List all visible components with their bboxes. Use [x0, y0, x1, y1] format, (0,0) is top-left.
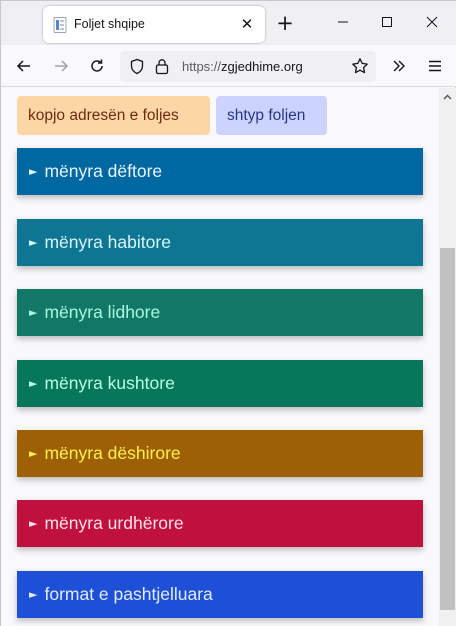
app-menu-button[interactable] — [422, 53, 448, 79]
bookmark-button[interactable] — [347, 53, 373, 79]
reload-icon — [91, 59, 103, 72]
section-label: mënyra dëshirore — [44, 443, 181, 463]
expand-arrow-icon: ► — [29, 517, 38, 530]
back-button[interactable] — [11, 53, 37, 79]
scroll-up-arrow-icon[interactable] — [439, 88, 456, 105]
new-tab-button[interactable]: + — [273, 11, 297, 35]
expand-arrow-icon: ► — [29, 236, 38, 249]
section-label: mënyra kushtore — [44, 373, 175, 393]
scrollbar-thumb[interactable] — [440, 248, 455, 610]
back-arrow-icon — [16, 60, 30, 72]
url-text[interactable]: https://zgjedhime.org — [182, 59, 303, 74]
close-icon — [426, 16, 438, 28]
page-favicon-icon — [53, 17, 67, 33]
shield-icon[interactable] — [129, 58, 145, 80]
section-label: mënyra lidhore — [44, 302, 161, 322]
copy-verb-address-button[interactable]: kopjo adresën e foljes — [17, 96, 210, 135]
expand-arrow-icon: ► — [29, 306, 38, 319]
reload-button[interactable] — [84, 53, 110, 79]
tab-foljet-shqipe[interactable]: Foljet shqipe ✕ — [43, 6, 265, 43]
url-host: zgjedhime.org — [221, 59, 303, 74]
overflow-menu-button[interactable] — [386, 53, 412, 79]
section-lidhore[interactable]: ► mënyra lidhore — [17, 289, 423, 336]
section-kushtore[interactable]: ► mënyra kushtore — [17, 360, 423, 407]
maximize-button[interactable] — [370, 7, 404, 37]
chevrons-right-icon — [393, 60, 405, 72]
hamburger-menu-icon — [429, 60, 441, 72]
tab-title: Foljet shqipe — [74, 17, 145, 31]
section-urdherore[interactable]: ► mënyra urdhërore — [17, 500, 423, 547]
tab-strip: Foljet shqipe ✕ + — [1, 1, 456, 45]
vertical-scrollbar[interactable] — [439, 88, 456, 626]
star-icon — [352, 58, 368, 74]
forward-arrow-icon — [55, 60, 69, 72]
section-label: mënyra urdhërore — [44, 513, 184, 533]
navigation-bar: https://zgjedhime.org — [1, 45, 456, 87]
section-pashtjelluara[interactable]: ► format e pashtjelluara — [17, 571, 423, 618]
action-buttons: kopjo adresën e foljes shtyp foljen — [17, 96, 327, 135]
url-bar[interactable]: https://zgjedhime.org — [120, 51, 376, 82]
page-viewport: kopjo adresën e foljes shtyp foljen ► më… — [1, 88, 439, 626]
minimize-icon — [338, 21, 348, 23]
tab-close-icon[interactable]: ✕ — [237, 14, 257, 34]
forward-button[interactable] — [48, 53, 74, 79]
browser-window: Foljet shqipe ✕ + https://zgjedhime.org … — [0, 0, 456, 626]
minimize-button[interactable] — [326, 7, 360, 37]
section-deshirore[interactable]: ► mënyra dëshirore — [17, 430, 423, 477]
section-label: mënyra habitore — [44, 232, 171, 252]
expand-arrow-icon: ► — [29, 588, 38, 601]
section-habitore[interactable]: ► mënyra habitore — [17, 219, 423, 266]
expand-arrow-icon: ► — [29, 165, 38, 178]
close-window-button[interactable] — [415, 7, 449, 37]
section-label: format e pashtjelluara — [44, 584, 213, 604]
print-verb-button[interactable]: shtyp foljen — [216, 96, 327, 135]
expand-arrow-icon: ► — [29, 377, 38, 390]
url-scheme: https:// — [182, 59, 222, 74]
expand-arrow-icon: ► — [29, 447, 38, 460]
lock-icon[interactable] — [155, 58, 169, 80]
section-label: mënyra dëftore — [44, 161, 163, 181]
maximize-icon — [382, 17, 392, 27]
section-deftore[interactable]: ► mënyra dëftore — [17, 148, 423, 195]
